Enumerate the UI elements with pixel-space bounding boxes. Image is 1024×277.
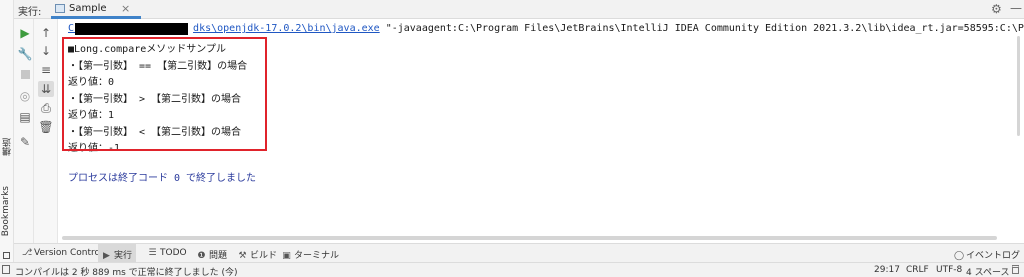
file-encoding[interactable]: UTF-8 bbox=[936, 265, 962, 275]
run-tool-header: 実行: Sample × ⚙ — bbox=[14, 0, 1024, 19]
trash-icon[interactable]: 🗑 bbox=[38, 119, 54, 135]
tab-label: イベントログ bbox=[966, 251, 1021, 261]
minimize-icon[interactable]: — bbox=[1010, 1, 1022, 15]
left-tool-strip: 構造 Bookmarks bbox=[0, 0, 14, 262]
line-separator[interactable]: CRLF bbox=[906, 265, 929, 275]
print-icon[interactable]: ⎙ bbox=[38, 100, 54, 116]
list-icon: ☰ bbox=[148, 248, 157, 258]
output-line: 返り値：-1 bbox=[68, 143, 121, 154]
hammer-icon: ⚒ bbox=[238, 251, 247, 261]
console-output[interactable]: C:dks\openjdk-17.0.2\bin\java.exe "-java… bbox=[58, 19, 1024, 243]
output-line: 返り値：1 bbox=[68, 110, 115, 121]
tab-run[interactable]: ▶ 実行 bbox=[98, 244, 137, 263]
tab-label: Version Control bbox=[34, 248, 103, 258]
close-icon[interactable]: × bbox=[121, 2, 130, 15]
scroll-to-end-icon[interactable]: ⇊ bbox=[38, 81, 54, 97]
camera-icon[interactable]: ◎ bbox=[17, 88, 33, 104]
tab-build[interactable]: ⚒ ビルド bbox=[238, 244, 277, 263]
terminal-icon: ▣ bbox=[282, 251, 291, 261]
indent-setting[interactable]: 4 スペース bbox=[966, 265, 1010, 277]
run-label: 実行: bbox=[18, 7, 42, 18]
output-line: ■Long.compareメソッドサンプル bbox=[68, 44, 226, 55]
layout-icon[interactable]: ▤ bbox=[17, 109, 33, 125]
arrow-up-icon[interactable]: ↑ bbox=[38, 25, 54, 41]
horizontal-scrollbar[interactable] bbox=[62, 236, 997, 240]
tab-event-log[interactable]: ◯ イベントログ bbox=[954, 244, 1020, 263]
arrow-down-icon[interactable]: ↓ bbox=[38, 43, 54, 59]
redaction-bar bbox=[75, 23, 188, 35]
tab-label: ターミナル bbox=[294, 251, 340, 261]
tab-version-control[interactable]: ⎇ Version Control bbox=[22, 244, 103, 263]
tab-problems[interactable]: ❶ 問題 bbox=[197, 244, 227, 263]
branch-icon: ⎇ bbox=[22, 248, 33, 258]
run-icon: ▶ bbox=[103, 251, 110, 261]
vertical-scrollbar[interactable] bbox=[1017, 36, 1020, 136]
event-log-icon: ◯ bbox=[954, 251, 965, 261]
pin-icon[interactable]: ✎ bbox=[17, 134, 33, 150]
soft-wrap-icon[interactable]: ≡ bbox=[38, 62, 54, 78]
output-line: ・【第一引数】 < 【第二引数】の場合 bbox=[68, 127, 242, 138]
output-line: ・【第一引数】 == 【第二引数】の場合 bbox=[68, 61, 248, 72]
run-config-icon bbox=[55, 4, 65, 13]
tab-label: Sample bbox=[69, 3, 107, 14]
bookmarks-tool-label[interactable]: Bookmarks bbox=[1, 186, 11, 236]
tab-label: TODO bbox=[160, 248, 187, 258]
status-bar: コンパイルは 2 秒 889 ms で正常に終了しました (今) 29:17 C… bbox=[0, 262, 1024, 277]
tab-label: ビルド bbox=[250, 251, 278, 261]
process-exit-message: プロセスは終了コード 0 で終了しました bbox=[68, 173, 257, 184]
command-args: "-javaagent:C:\Program Files\JetBrains\I… bbox=[379, 23, 1024, 34]
output-line: ・【第一引数】 > 【第二引数】の場合 bbox=[68, 94, 242, 105]
lock-icon[interactable] bbox=[1012, 265, 1019, 274]
build-status-message: コンパイルは 2 秒 889 ms で正常に終了しました (今) bbox=[15, 268, 238, 277]
wrench-icon[interactable]: 🔧 bbox=[17, 46, 33, 62]
bookmark-icon[interactable] bbox=[3, 252, 10, 259]
command-line: C:dks\openjdk-17.0.2\bin\java.exe "-java… bbox=[68, 23, 1024, 34]
run-toolbar-primary: ▶ 🔧 ◎ ▤ ✎ bbox=[14, 19, 34, 262]
tab-todo[interactable]: ☰ TODO bbox=[148, 244, 187, 263]
tab-terminal[interactable]: ▣ ターミナル bbox=[282, 244, 339, 263]
gear-icon[interactable]: ⚙ bbox=[991, 2, 1002, 16]
java-exe-link[interactable]: dks\openjdk-17.0.2\bin\java.exe bbox=[193, 23, 380, 34]
caret-position[interactable]: 29:17 bbox=[874, 265, 900, 275]
tab-label: 実行 bbox=[114, 251, 133, 261]
tab-sample[interactable]: Sample × bbox=[51, 0, 141, 19]
rerun-icon[interactable]: ▶ bbox=[17, 25, 33, 41]
toggle-tool-windows-icon[interactable] bbox=[2, 265, 10, 274]
run-toolbar-secondary: ↑ ↓ ≡ ⇊ ⎙ 🗑 bbox=[34, 19, 58, 262]
structure-tool-label[interactable]: 構造 bbox=[1, 138, 14, 156]
tab-label: 問題 bbox=[209, 251, 228, 261]
output-line: 返り値：0 bbox=[68, 77, 115, 88]
stop-icon[interactable] bbox=[17, 67, 33, 83]
problems-icon: ❶ bbox=[197, 251, 206, 261]
bottom-tool-tabs: ⎇ Version Control ▶ 実行 ☰ TODO ❶ 問題 ⚒ ビルド ▣ ターミ… bbox=[14, 243, 1024, 263]
